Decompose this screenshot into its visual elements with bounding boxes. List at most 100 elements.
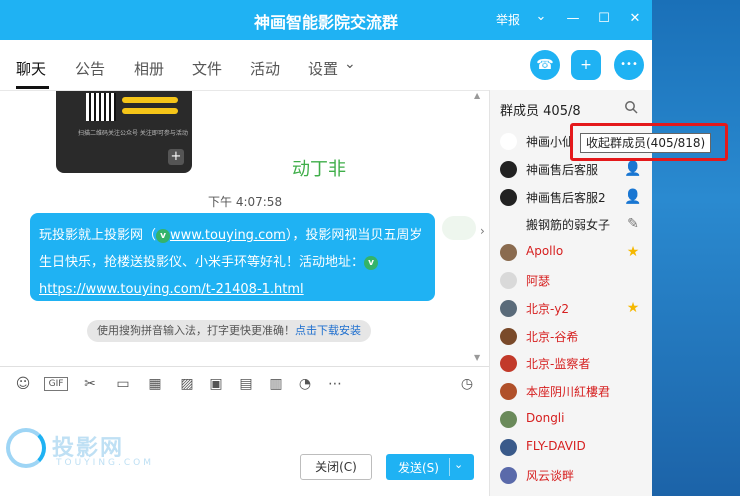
image-icon[interactable]: ▨ bbox=[177, 374, 197, 394]
member-item[interactable]: Dongli bbox=[490, 406, 650, 432]
search-icon[interactable] bbox=[624, 100, 638, 114]
verified-icon: v bbox=[156, 228, 171, 243]
redpacket-icon[interactable]: ▥ bbox=[266, 374, 286, 394]
verified-icon: v bbox=[364, 255, 379, 270]
member-item[interactable]: Apollo ★ bbox=[490, 239, 650, 265]
share-screen-button[interactable]: + bbox=[571, 50, 601, 80]
title-bar: 神画智能影院交流群 举报 ⌄ — ☐ ✕ bbox=[0, 0, 652, 40]
send-button[interactable]: 发送(S) ⌄ bbox=[386, 454, 474, 480]
member-item[interactable]: 北京-监察者 bbox=[490, 350, 650, 376]
voice-call-button[interactable]: ☎ bbox=[530, 50, 560, 80]
avatar bbox=[500, 383, 517, 401]
tab-files[interactable]: 文件 bbox=[192, 58, 222, 79]
download-install-link[interactable]: 点击下载安装 bbox=[295, 324, 361, 337]
bell-icon[interactable]: ◔ bbox=[295, 374, 315, 394]
member-name: 风云谈畔 bbox=[526, 468, 575, 483]
member-name: 北京-谷希 bbox=[526, 329, 579, 344]
title-dropdown-icon[interactable]: ⌄ bbox=[530, 6, 552, 28]
member-name: FLY-DAVID bbox=[526, 438, 586, 453]
chat-window: 神画智能影院交流群 举报 ⌄ — ☐ ✕ 聊天 公告 相册 文件 活动 设置 ⌄… bbox=[0, 0, 652, 496]
window-title: 神画智能影院交流群 bbox=[253, 13, 398, 32]
avatar bbox=[500, 327, 517, 345]
member-item[interactable]: 阿瑟 bbox=[490, 267, 650, 293]
maximize-button[interactable]: ☐ bbox=[593, 8, 615, 30]
reaction-placeholder bbox=[442, 216, 476, 240]
watermark-logo-icon bbox=[6, 428, 46, 468]
tab-settings[interactable]: 设置 bbox=[308, 58, 338, 79]
phone-icon: ☎ bbox=[536, 57, 554, 73]
owner-star-icon: ★ bbox=[626, 244, 640, 261]
shared-image[interactable]: 扫描二维码关注公众号 关注即可参与活动 + bbox=[56, 91, 192, 173]
avatar bbox=[500, 160, 517, 178]
avatar bbox=[500, 355, 517, 373]
avatar bbox=[500, 299, 517, 317]
close-window-button[interactable]: ✕ bbox=[624, 8, 646, 30]
more-actions-button[interactable]: ••• bbox=[614, 50, 644, 80]
sender-name[interactable]: 动丁非 bbox=[292, 155, 346, 181]
edit-icon: ✎ bbox=[627, 216, 639, 233]
member-name: 北京-监察者 bbox=[526, 357, 591, 372]
scroll-down-icon[interactable]: ▼ bbox=[474, 353, 480, 362]
message-area[interactable]: 扫描二维码关注公众号 关注即可参与活动 + 动丁非 下午 4:07:58 玩投影… bbox=[0, 90, 489, 366]
more-icon[interactable]: ⋯ bbox=[325, 374, 345, 394]
member-name: 阿瑟 bbox=[526, 274, 551, 288]
member-name: 搬钢筋的弱女子 bbox=[526, 218, 611, 233]
member-item[interactable]: 神画售后客服2 👤 bbox=[490, 184, 650, 210]
qr-code-image bbox=[86, 93, 116, 121]
close-button[interactable]: 关闭(C) bbox=[300, 454, 372, 480]
send-options-icon[interactable]: ⌄ bbox=[454, 458, 463, 471]
member-item[interactable]: 北京-y2 ★ bbox=[490, 295, 650, 321]
avatar bbox=[500, 133, 517, 150]
admin-icon: 👤 bbox=[624, 160, 642, 177]
avatar bbox=[500, 466, 517, 484]
scroll-up-icon[interactable]: ▲ bbox=[474, 91, 480, 100]
message-bubble[interactable]: 玩投影就上投影网（ v www.touying.com），投影网视当贝五周岁生日快乐… bbox=[30, 213, 435, 301]
expand-panel-icon[interactable]: › bbox=[480, 224, 485, 238]
game-icon[interactable]: ▣ bbox=[206, 374, 226, 394]
member-name: 北京-y2 bbox=[526, 301, 570, 316]
owner-star-icon: ★ bbox=[626, 299, 640, 316]
gift-icon[interactable]: ▤ bbox=[236, 374, 256, 394]
scissors-icon[interactable]: ✂ bbox=[80, 374, 100, 394]
zoom-image-icon[interactable]: + bbox=[168, 149, 184, 165]
image-banner bbox=[122, 108, 178, 114]
avatar bbox=[500, 244, 517, 262]
emoji-icon[interactable]: ☺ bbox=[13, 374, 33, 394]
image-banner bbox=[122, 97, 178, 103]
history-icon[interactable]: ◷ bbox=[457, 374, 477, 394]
send-divider bbox=[449, 458, 450, 476]
member-count: 405/8 bbox=[543, 104, 581, 119]
message-link[interactable]: www.touying.com bbox=[170, 228, 286, 243]
avatar bbox=[500, 438, 517, 456]
avatar bbox=[500, 272, 517, 289]
member-name: Dongli bbox=[526, 411, 565, 425]
gif-icon[interactable]: GIF bbox=[44, 377, 68, 391]
member-item[interactable]: 北京-谷希 bbox=[490, 323, 650, 349]
tab-activities[interactable]: 活动 bbox=[250, 58, 280, 79]
folder-icon[interactable]: ▭ bbox=[113, 374, 133, 394]
tab-album[interactable]: 相册 bbox=[134, 58, 164, 79]
member-item[interactable]: 风云谈畔 bbox=[490, 462, 650, 488]
tab-announcement[interactable]: 公告 bbox=[75, 58, 105, 79]
tab-chat[interactable]: 聊天 bbox=[16, 58, 46, 79]
member-name: Apollo bbox=[526, 244, 564, 259]
member-item[interactable]: 本座阴川紅樓君 bbox=[490, 378, 650, 404]
settings-chevron-icon[interactable]: ⌄ bbox=[344, 56, 356, 72]
member-title: 群成员 bbox=[500, 104, 540, 119]
message-link[interactable]: https://www.touying.com/t-21408-1.html bbox=[39, 282, 304, 297]
message-time: 下午 4:07:58 bbox=[208, 195, 283, 209]
sticker-icon[interactable]: ▦ bbox=[145, 374, 165, 394]
avatar bbox=[500, 411, 517, 428]
minimize-button[interactable]: — bbox=[562, 8, 584, 30]
image-caption: 扫描二维码关注公众号 关注即可参与活动 bbox=[78, 130, 188, 137]
watermark-subtext: TOUYING.COM bbox=[56, 458, 155, 468]
member-header: 群成员 405/8 bbox=[500, 100, 581, 119]
member-item[interactable]: FLY-DAVID bbox=[490, 434, 650, 460]
avatar bbox=[500, 216, 517, 234]
report-link[interactable]: 举报 bbox=[496, 11, 520, 28]
avatar bbox=[500, 188, 517, 206]
message-text: 玩投影就上投影网（ bbox=[39, 228, 157, 243]
chat-add-icon: + bbox=[580, 57, 592, 73]
member-name: 神画小仙 bbox=[526, 135, 575, 149]
member-item[interactable]: 搬钢筋的弱女子 ✎ bbox=[490, 211, 650, 237]
